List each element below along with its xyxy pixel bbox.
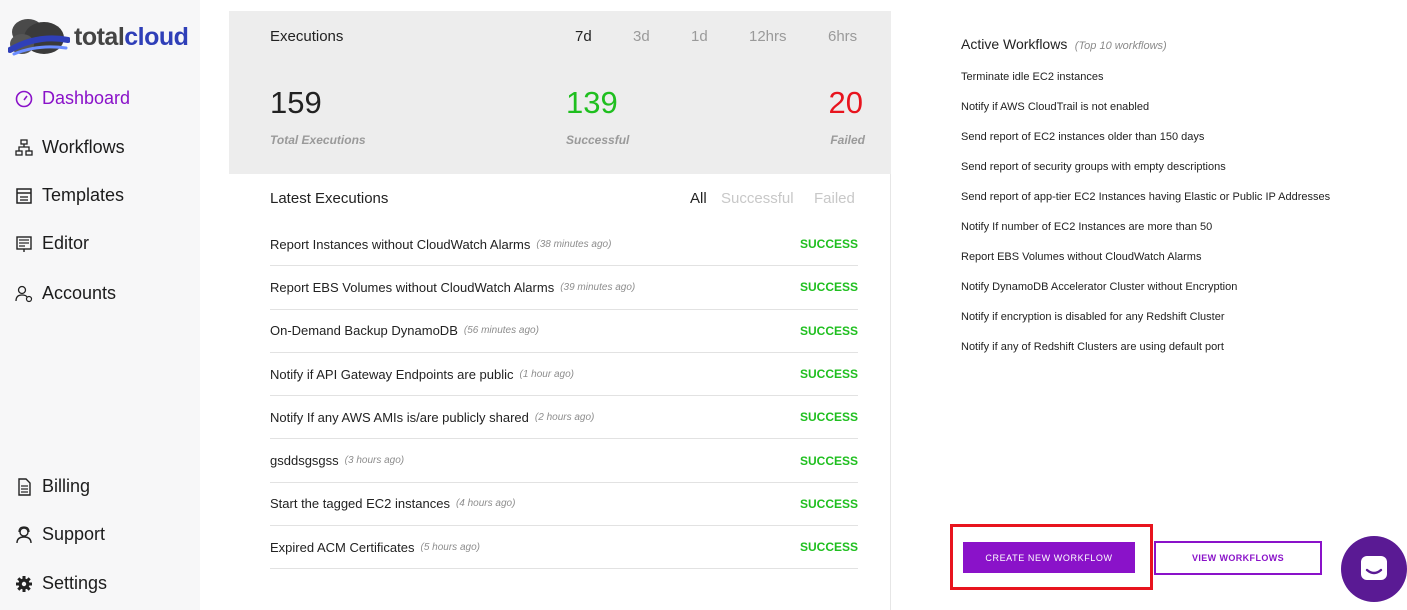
table-row[interactable]: Report Instances without CloudWatch Alar…	[270, 223, 858, 267]
editor-icon	[14, 234, 34, 254]
sidebar-item-label: Settings	[42, 573, 108, 593]
status-badge: SUCCESS	[799, 453, 858, 468]
list-item[interactable]: Notify if AWS CloudTrail is not enabled	[961, 102, 1361, 113]
sidebar-item-settings[interactable]: Settings	[14, 573, 107, 594]
execution-time: (3 hours ago)	[344, 455, 405, 467]
active-workflows: Active Workflows (Top 10 workflows) Term…	[961, 36, 1381, 372]
list-item[interactable]: Send report of app-tier EC2 Instances ha…	[961, 192, 1361, 203]
range-3d[interactable]: 3d	[633, 28, 650, 45]
active-workflows-subtitle: (Top 10 workflows)	[1074, 40, 1167, 52]
sidebar-item-billing[interactable]: Billing	[14, 476, 90, 497]
status-badge: SUCCESS	[799, 367, 858, 382]
execution-name: Report EBS Volumes without CloudWatch Al…	[270, 279, 555, 295]
filter-all[interactable]: All	[690, 190, 707, 207]
successful-label: Successful	[566, 133, 630, 147]
cloud-logo-icon	[8, 19, 70, 56]
sidebar-item-label: Billing	[42, 476, 91, 496]
status-badge: SUCCESS	[799, 410, 858, 425]
chat-button[interactable]	[1341, 536, 1407, 602]
logo[interactable]: totalcloud	[8, 14, 189, 60]
gauge-icon	[14, 89, 34, 109]
active-workflows-title: Active Workflows	[961, 36, 1068, 52]
sidebar-item-label: Support	[42, 524, 106, 544]
list-item[interactable]: Notify DynamoDB Accelerator Cluster with…	[961, 282, 1361, 293]
failed-value: 20	[828, 85, 863, 120]
range-7d[interactable]: 7d	[575, 28, 592, 45]
sidebar-item-templates[interactable]: Templates	[14, 185, 124, 206]
table-row[interactable]: Report EBS Volumes without CloudWatch Al…	[270, 266, 858, 310]
sidebar-item-label: Workflows	[42, 137, 125, 157]
status-badge: SUCCESS	[799, 280, 858, 295]
sidebar-item-editor[interactable]: Editor	[14, 233, 89, 254]
failed-label: Failed	[830, 133, 865, 147]
execution-name: Start the tagged EC2 instances	[270, 496, 450, 512]
filter-successful[interactable]: Successful	[721, 190, 794, 207]
total-executions-label: Total Executions	[270, 133, 366, 147]
execution-name: Notify If any AWS AMIs is/are publicly s…	[270, 409, 529, 425]
latest-executions-title: Latest Executions	[270, 190, 389, 207]
dashboard-page: totalcloud Dashboard Workflows Templates…	[0, 0, 1407, 610]
sidebar-item-label: Accounts	[42, 283, 117, 303]
executions-title: Executions	[270, 28, 344, 45]
document-icon	[14, 477, 34, 497]
gear-icon	[14, 574, 34, 594]
workflow-icon	[14, 138, 34, 158]
create-new-workflow-button[interactable]: CREATE NEW WORKFLOW	[963, 542, 1135, 573]
execution-time: (5 hours ago)	[420, 541, 480, 553]
range-6hrs[interactable]: 6hrs	[828, 28, 857, 45]
status-badge: SUCCESS	[799, 237, 858, 252]
view-workflows-button[interactable]: VIEW WORKFLOWS	[1154, 541, 1322, 575]
status-badge: SUCCESS	[799, 496, 858, 511]
execution-name: Report Instances without CloudWatch Alar…	[270, 236, 531, 252]
filter-failed[interactable]: Failed	[814, 190, 855, 207]
execution-time: (38 minutes ago)	[536, 238, 612, 250]
table-row[interactable]: On-Demand Backup DynamoDB (56 minutes ag…	[270, 310, 858, 353]
execution-time: (1 hour ago)	[519, 368, 574, 380]
sidebar-item-label: Templates	[42, 185, 125, 205]
list-item[interactable]: Notify If number of EC2 Instances are mo…	[961, 222, 1361, 233]
list-item[interactable]: Notify if any of Redshift Clusters are u…	[961, 342, 1361, 353]
execution-time: (39 minutes ago)	[560, 281, 636, 293]
table-row[interactable]: Notify If any AWS AMIs is/are publicly s…	[270, 396, 858, 440]
status-badge: SUCCESS	[799, 323, 858, 338]
chat-icon	[1361, 556, 1387, 580]
range-12hrs[interactable]: 12hrs	[749, 28, 787, 45]
executions-list: Report Instances without CloudWatch Alar…	[270, 223, 858, 570]
sidebar-item-accounts[interactable]: Accounts	[14, 283, 116, 304]
table-row[interactable]: Notify if API Gateway Endpoints are publ…	[270, 353, 858, 397]
template-icon	[14, 186, 34, 206]
latest-executions: Latest Executions All Successful Failed …	[229, 174, 891, 610]
sidebar: totalcloud Dashboard Workflows Templates…	[0, 0, 200, 610]
execution-time: (2 hours ago)	[534, 411, 595, 423]
sidebar-item-dashboard[interactable]: Dashboard	[14, 88, 130, 109]
execution-name: Expired ACM Certificates	[270, 539, 415, 555]
support-agent-icon	[14, 525, 34, 545]
execution-name: gsddsgsgss	[270, 453, 339, 469]
user-account-icon	[14, 284, 34, 304]
brand-name: totalcloud	[74, 22, 189, 51]
execution-time: (56 minutes ago)	[463, 325, 539, 337]
list-item[interactable]: Notify if encryption is disabled for any…	[961, 312, 1361, 323]
execution-name: On-Demand Backup DynamoDB	[270, 323, 458, 339]
list-item[interactable]: Report EBS Volumes without CloudWatch Al…	[961, 252, 1361, 263]
execution-name: Notify if API Gateway Endpoints are publ…	[270, 366, 514, 382]
sidebar-item-label: Editor	[42, 233, 90, 253]
range-1d[interactable]: 1d	[691, 28, 708, 45]
sidebar-item-workflows[interactable]: Workflows	[14, 137, 125, 158]
table-row[interactable]: Start the tagged EC2 instances (4 hours …	[270, 483, 858, 527]
list-item[interactable]: Terminate idle EC2 instances	[961, 72, 1361, 83]
sidebar-item-label: Dashboard	[42, 88, 131, 108]
active-workflows-list: Terminate idle EC2 instances Notify if A…	[961, 72, 1381, 353]
successful-value: 139	[566, 85, 618, 120]
total-executions-value: 159	[270, 85, 322, 120]
executions-panel: Executions 7d 3d 1d 12hrs 6hrs 159 Total…	[229, 11, 891, 174]
table-row[interactable]: gsddsgsgss (3 hours ago) SUCCESS	[270, 439, 858, 483]
execution-time: (4 hours ago)	[455, 498, 516, 510]
list-item[interactable]: Send report of security groups with empt…	[961, 162, 1361, 173]
active-workflows-heading: Active Workflows (Top 10 workflows)	[961, 36, 1381, 54]
table-row[interactable]: Expired ACM Certificates (5 hours ago) S…	[270, 526, 858, 570]
status-badge: SUCCESS	[799, 540, 858, 555]
list-item[interactable]: Send report of EC2 instances older than …	[961, 132, 1361, 143]
sidebar-item-support[interactable]: Support	[14, 524, 105, 545]
